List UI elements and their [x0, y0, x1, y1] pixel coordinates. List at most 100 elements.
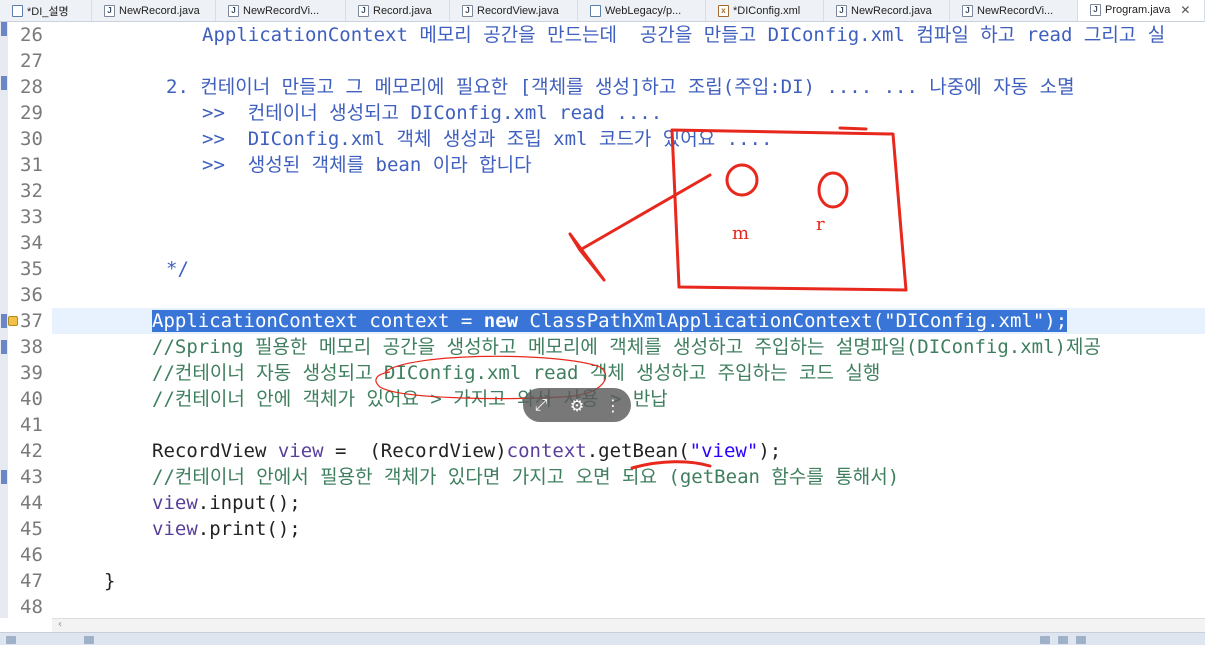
- tab-label: Program.java: [1105, 4, 1171, 16]
- code-line-26: ApplicationContext 메모리 공간을 만드는데 공간을 만들고 …: [52, 22, 1205, 48]
- line-number: 35: [20, 258, 43, 280]
- line-number: 41: [20, 414, 43, 436]
- java-file-icon: J: [358, 5, 369, 17]
- comment-text: //Spring 필용한 메모리 공간을 생성하고 메모리에 객체를 생성하고 …: [152, 336, 1101, 358]
- line-number: 34: [20, 232, 43, 254]
- line-number: 29: [20, 102, 43, 124]
- javadoc-text: 2. 컨테이너 만들고 그 메모리에 필요한 [객체를 생성]하고 조립(주입:…: [166, 76, 1075, 98]
- javadoc-text: >> 컨테이너 생성되고 DIConfig.xml read ....: [202, 102, 663, 124]
- code-line-29: >> 컨테이너 생성되고 DIConfig.xml read ....: [52, 100, 1205, 126]
- code-area[interactable]: ApplicationContext 메모리 공간을 만드는데 공간을 만들고 …: [52, 22, 1205, 618]
- line-number: 26: [20, 24, 43, 46]
- line-number: 47: [20, 570, 43, 592]
- bookmark-icon[interactable]: [8, 316, 18, 326]
- code-line-45: view.print();: [152, 518, 301, 540]
- line-number: 44: [20, 492, 43, 514]
- change-marker[interactable]: [1, 22, 7, 36]
- java-file-icon: J: [1090, 4, 1101, 16]
- overview-ruler: [0, 22, 8, 618]
- code-line-30: >> DIConfig.xml 객체 생성과 조립 xml 코드가 있어요 ..…: [52, 126, 1205, 152]
- change-marker[interactable]: [1, 76, 7, 90]
- tab-2[interactable]: J NewRecord.java: [92, 0, 216, 21]
- line-number: 42: [20, 440, 43, 462]
- selected-text[interactable]: ApplicationContext context = new ClassPa…: [152, 310, 1068, 332]
- view-icon[interactable]: [1040, 636, 1050, 644]
- code-line-35: */: [52, 256, 1205, 282]
- line-number: 30: [20, 128, 43, 150]
- line-number: 48: [20, 596, 43, 618]
- line-number: 46: [20, 544, 43, 566]
- javadoc-text: >> DIConfig.xml 객체 생성과 조립 xml 코드가 있어요 ..…: [202, 128, 773, 150]
- line-number-gutter: 26 27 28 29 30 31 32 33 34 35 36 37 38 39 40 41 42 43 44 45…: [8, 22, 52, 618]
- line-number: 39: [20, 362, 43, 384]
- more-icon[interactable]: ⋮: [602, 396, 624, 415]
- change-marker[interactable]: [1, 470, 7, 484]
- video-controls-pill[interactable]: ⤢ ⚙ ⋮: [523, 388, 631, 422]
- tab-5[interactable]: J RecordView.java: [450, 0, 578, 21]
- tab-label: WebLegacy/p...: [605, 5, 682, 17]
- tab-3[interactable]: J NewRecordVi...: [216, 0, 346, 21]
- tab-6[interactable]: WebLegacy/p...: [578, 0, 706, 21]
- line-number: 31: [20, 154, 43, 176]
- tab-1[interactable]: *DI_설명: [0, 0, 92, 21]
- status-bar: [0, 632, 1205, 645]
- code-line-42: RecordView view = (RecordView)context.ge…: [152, 440, 782, 462]
- editor-tab-bar: *DI_설명 J NewRecord.java J NewRecordVi... J Rec…: [0, 0, 1205, 22]
- line-number: 33: [20, 206, 43, 228]
- closing-brace: }: [104, 570, 116, 592]
- code-line-47: }: [52, 568, 1205, 594]
- tab-label: NewRecord.java: [119, 5, 200, 17]
- line-number: 38: [20, 336, 43, 358]
- javadoc-text: >> 생성된 객체를 bean 이라 합니다: [202, 154, 532, 176]
- javadoc-text: ApplicationContext 메모리 공간을 만드는데 공간을 만들고 …: [202, 24, 1166, 46]
- document-icon: [12, 5, 23, 17]
- tab-label: NewRecord.java: [851, 5, 932, 17]
- code-line-39: //컨테이너 자동 생성되고 DIConfig.xml read 객체 생성하고…: [52, 360, 1205, 386]
- web-file-icon: [590, 5, 601, 17]
- view-icon[interactable]: [6, 636, 16, 644]
- close-icon[interactable]: ✕: [1180, 3, 1190, 17]
- scroll-left-icon[interactable]: ‹: [58, 619, 62, 630]
- line-number: 27: [20, 50, 43, 72]
- tab-10[interactable]: J Program.java ✕: [1078, 0, 1205, 21]
- comment-text: //컨테이너 자동 생성되고 DIConfig.xml read 객체 생성하고…: [152, 362, 881, 384]
- tab-label: *DI_설명: [27, 6, 69, 18]
- code-line-37[interactable]: ApplicationContext context = new ClassPa…: [52, 308, 1205, 334]
- line-number: 36: [20, 284, 43, 306]
- tab-label: *DIConfig.xml: [733, 5, 801, 17]
- settings-icon[interactable]: ⚙: [566, 396, 588, 415]
- view-icon[interactable]: [1058, 636, 1068, 644]
- line-number: 28: [20, 76, 43, 98]
- tab-label: NewRecordVi...: [977, 5, 1054, 17]
- java-file-icon: J: [104, 5, 115, 17]
- comment-text: //컨테이너 안에서 필용한 객체가 있다면 가지고 오면 되요 (getBea…: [152, 466, 900, 488]
- tab-4[interactable]: J Record.java: [346, 0, 450, 21]
- code-line-43: //컨테이너 안에서 필용한 객체가 있다면 가지고 오면 되요 (getBea…: [52, 464, 1205, 490]
- code-line-28: 2. 컨테이너 만들고 그 메모리에 필요한 [객체를 생성]하고 조립(주입:…: [52, 74, 1205, 100]
- code-line-38: //Spring 필용한 메모리 공간을 생성하고 메모리에 객체를 생성하고 …: [52, 334, 1205, 360]
- fullscreen-icon[interactable]: ⤢: [530, 395, 552, 415]
- tab-8[interactable]: J NewRecord.java: [824, 0, 950, 21]
- tab-label: RecordView.java: [477, 5, 559, 17]
- line-number: 32: [20, 180, 43, 202]
- change-marker[interactable]: [1, 314, 7, 328]
- view-icon[interactable]: [84, 636, 94, 644]
- javadoc-end: */: [166, 258, 189, 280]
- horizontal-scrollbar[interactable]: ‹: [52, 618, 1205, 632]
- view-icon[interactable]: [1076, 636, 1086, 644]
- line-number: 43: [20, 466, 43, 488]
- java-file-icon: J: [836, 5, 847, 17]
- tab-label: Record.java: [373, 5, 432, 17]
- java-file-icon: J: [962, 5, 973, 17]
- code-line-44: view.input();: [152, 492, 301, 514]
- xml-file-icon: x: [718, 5, 729, 17]
- java-file-icon: J: [228, 5, 239, 17]
- tab-9[interactable]: J NewRecordVi...: [950, 0, 1078, 21]
- line-number: 45: [20, 518, 43, 540]
- code-line-31: >> 생성된 객체를 bean 이라 합니다: [52, 152, 1205, 178]
- tab-7[interactable]: x *DIConfig.xml: [706, 0, 824, 21]
- line-number: 40: [20, 388, 43, 410]
- line-number: 37: [20, 310, 43, 332]
- change-marker[interactable]: [1, 340, 7, 354]
- code-editor[interactable]: 26 27 28 29 30 31 32 33 34 35 36 37 38 39 40 41 42 43 44 45…: [0, 22, 1205, 618]
